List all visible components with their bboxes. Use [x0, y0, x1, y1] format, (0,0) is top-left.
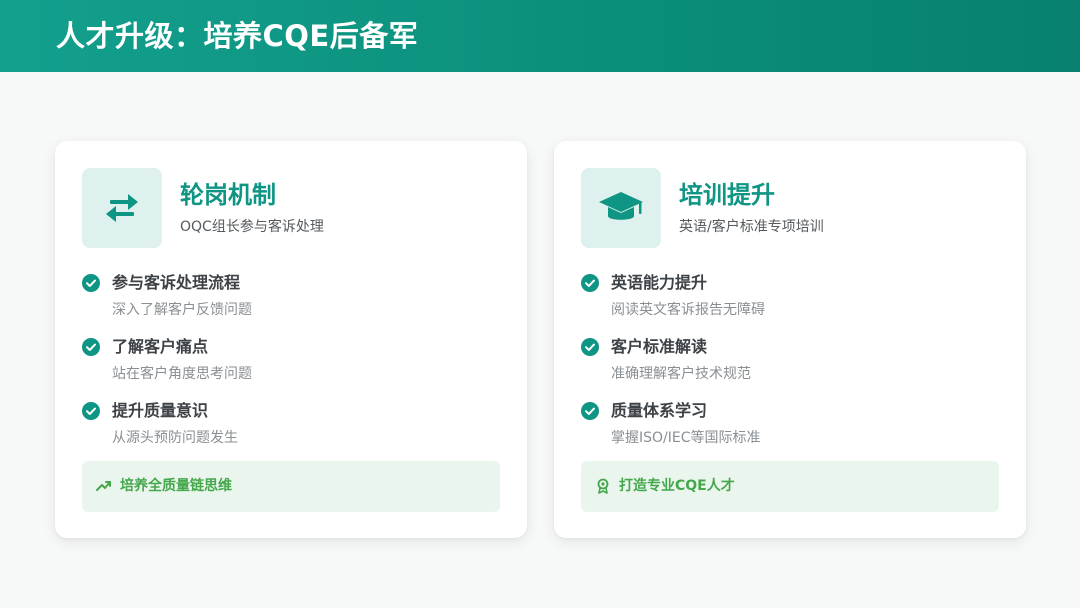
footer-text: 培养全质量链思维 [120, 478, 232, 494]
item-desc: 从源头预防问题发生 [112, 430, 238, 446]
item-desc: 掌握ISO/IEC等国际标准 [611, 430, 761, 446]
list-item: 客户标准解读 准确理解客户技术规范 [581, 336, 1001, 384]
card-rotation: 轮岗机制 OQC组长参与客诉处理 参与客诉处理流程 深入了解客户反馈问题 了解客… [55, 141, 527, 538]
item-desc: 深入了解客户反馈问题 [112, 302, 252, 318]
list-item: 英语能力提升 阅读英文客诉报告无障碍 [581, 272, 1001, 320]
item-desc: 站在客户角度思考问题 [112, 366, 252, 382]
item-title: 了解客户痛点 [112, 337, 209, 356]
card-title: 轮岗机制 [180, 181, 276, 209]
footer-banner: 培养全质量链思维 [82, 461, 500, 512]
award-icon [597, 478, 609, 494]
footer-banner: 打造专业CQE人才 [581, 461, 999, 512]
check-circle-icon [581, 274, 599, 292]
list-item: 参与客诉处理流程 深入了解客户反馈问题 [82, 272, 502, 320]
card-title: 培训提升 [679, 181, 775, 209]
trending-up-icon [96, 481, 111, 491]
footer-text: 打造专业CQE人才 [619, 478, 735, 494]
card-icon-box [581, 168, 661, 248]
page-title: 人才升级：培养CQE后备军 [56, 19, 419, 53]
card-training: 培训提升 英语/客户标准专项培训 英语能力提升 阅读英文客诉报告无障碍 客户标准… [554, 141, 1026, 538]
check-circle-icon [581, 402, 599, 420]
list-item: 提升质量意识 从源头预防问题发生 [82, 400, 502, 448]
list-item: 了解客户痛点 站在客户角度思考问题 [82, 336, 502, 384]
card-subtitle: 英语/客户标准专项培训 [679, 219, 824, 235]
item-title: 客户标准解读 [611, 337, 708, 356]
check-circle-icon [82, 402, 100, 420]
item-title: 参与客诉处理流程 [112, 273, 241, 292]
card-icon-box [82, 168, 162, 248]
list-item: 质量体系学习 掌握ISO/IEC等国际标准 [581, 400, 1001, 448]
check-circle-icon [581, 338, 599, 356]
header-bar: 人才升级：培养CQE后备军 [0, 0, 1080, 72]
check-circle-icon [82, 338, 100, 356]
item-desc: 阅读英文客诉报告无障碍 [611, 302, 765, 318]
swap-arrows-icon [106, 194, 138, 222]
card-subtitle: OQC组长参与客诉处理 [180, 219, 324, 235]
item-title: 质量体系学习 [611, 401, 708, 420]
item-title: 英语能力提升 [611, 273, 708, 292]
graduation-cap-icon [599, 192, 643, 220]
item-desc: 准确理解客户技术规范 [611, 366, 751, 382]
item-title: 提升质量意识 [112, 401, 209, 420]
check-circle-icon [82, 274, 100, 292]
